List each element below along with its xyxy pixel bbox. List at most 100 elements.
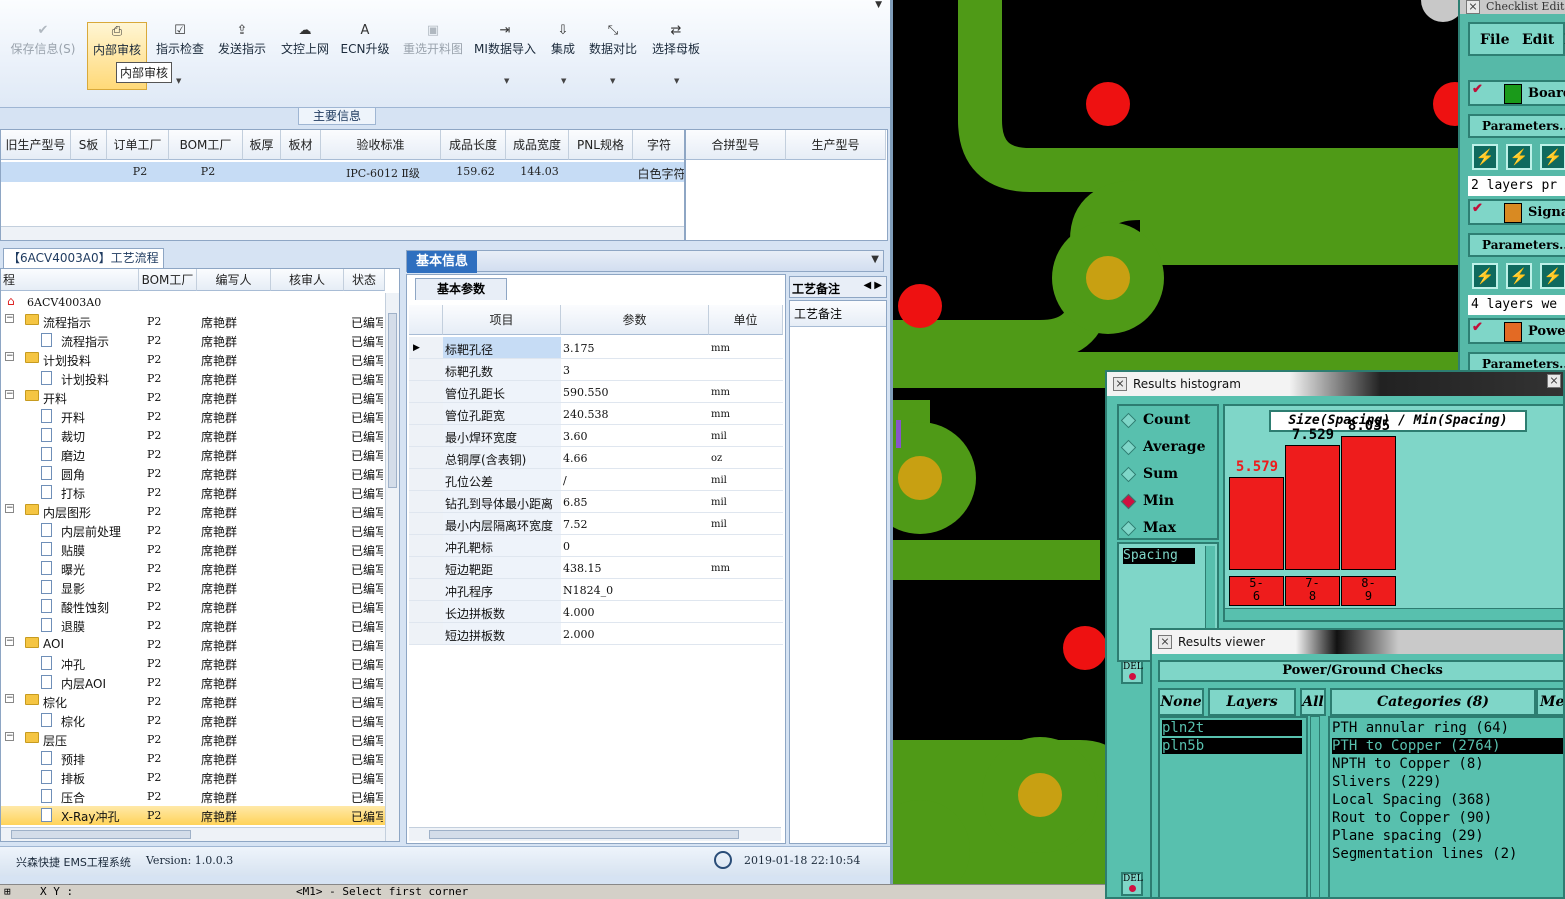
- tree-row[interactable]: − 开料 P2 席艳群 已编写: [1, 388, 385, 407]
- param-value[interactable]: 590.550: [563, 386, 609, 399]
- checkmark-icon[interactable]: ✔: [1472, 201, 1483, 216]
- ribbon-button-9[interactable]: ⤡ 数据对比: [585, 22, 641, 82]
- histogram-bar[interactable]: [1229, 477, 1284, 570]
- layer-item[interactable]: pln2t: [1162, 720, 1302, 736]
- collapse-icon[interactable]: −: [5, 390, 14, 399]
- chart-horizontal-scrollbar[interactable]: [1225, 608, 1563, 620]
- tree-col-header[interactable]: 程: [1, 269, 139, 291]
- categories-button[interactable]: Categories (8): [1330, 688, 1536, 716]
- checklist-action[interactable]: ✔ Board: [1468, 80, 1565, 106]
- bin-label[interactable]: 7- 8: [1285, 576, 1340, 606]
- radio-diamond-icon[interactable]: [1120, 439, 1137, 456]
- run-icon[interactable]: ⚡: [1506, 144, 1532, 170]
- main-grid-horizontal-scrollbar[interactable]: [1, 226, 684, 240]
- tree-col-header[interactable]: BOM工厂: [139, 269, 197, 291]
- row-indicator[interactable]: [409, 359, 443, 381]
- param-value[interactable]: 240.538: [563, 408, 609, 421]
- run-icon[interactable]: ⚡: [1540, 263, 1565, 289]
- tree-row[interactable]: − 层压 P2 席艳群 已编写: [1, 730, 385, 749]
- main-info-col-header[interactable]: 成品宽度: [506, 130, 569, 160]
- param-value[interactable]: 4.66: [563, 452, 588, 465]
- param-row[interactable]: 最小内层隔离环宽度 7.52 mil: [443, 513, 783, 535]
- tree-row[interactable]: 流程指示 P2 席艳群 已编写: [1, 331, 385, 350]
- ribbon-button-0[interactable]: ✔ 保存信息(S): [6, 22, 80, 82]
- tab-scroll-arrows[interactable]: ◀ ▶: [863, 280, 882, 291]
- tree-row[interactable]: 裁切 P2 席艳群 已编写: [1, 426, 385, 445]
- ribbon-button-3[interactable]: ⇪ 发送指示: [214, 22, 270, 82]
- chevron-down-icon[interactable]: ▼: [871, 254, 879, 265]
- collapse-icon[interactable]: −: [5, 314, 14, 323]
- param-row[interactable]: 短边靶距 438.15 mm: [443, 557, 783, 579]
- row-indicator[interactable]: [409, 381, 443, 403]
- tree-row[interactable]: − AOI P2 席艳群 已编写: [1, 635, 385, 654]
- bin-label[interactable]: 5- 6: [1229, 576, 1284, 606]
- param-value[interactable]: 2.000: [563, 628, 595, 641]
- param-row[interactable]: 冲孔靶标 0: [443, 535, 783, 557]
- checklist-action[interactable]: ✔ Signa: [1468, 199, 1565, 225]
- row-indicator[interactable]: [409, 447, 443, 469]
- row-indicator[interactable]: [409, 535, 443, 557]
- main-info-row[interactable]: P2 P2 IPC-6012 Ⅱ级 159.62 144.03 白色字符: [1, 162, 684, 182]
- param-row[interactable]: 孔位公差 / mil: [443, 469, 783, 491]
- tab-basic-info[interactable]: 基本信息: [407, 251, 477, 273]
- category-item[interactable]: PTH to Copper (2764): [1332, 738, 1563, 754]
- category-item[interactable]: Plane spacing (29): [1332, 828, 1563, 844]
- measure-item-spacing[interactable]: Spacing: [1123, 548, 1195, 564]
- tab-basic-params[interactable]: 基本参数: [415, 278, 507, 300]
- param-value[interactable]: 4.000: [563, 606, 595, 619]
- layer-item[interactable]: pln5b: [1162, 738, 1302, 754]
- category-item[interactable]: NPTH to Copper (8): [1332, 756, 1563, 772]
- params-col-header[interactable]: 项目: [443, 305, 561, 335]
- tree-col-header[interactable]: 编写人: [197, 269, 271, 291]
- category-item[interactable]: Segmentation lines (2): [1332, 846, 1563, 862]
- close-icon[interactable]: ×: [1547, 374, 1561, 388]
- bin-label[interactable]: 8- 9: [1341, 576, 1396, 606]
- tree-row[interactable]: − 棕化 P2 席艳群 已编写: [1, 692, 385, 711]
- checkmark-icon[interactable]: ✔: [1472, 82, 1483, 97]
- main-info-col-header[interactable]: 板厚: [243, 130, 281, 160]
- ribbon-button-6[interactable]: ▣ 重选开料图: [398, 22, 468, 82]
- row-indicator[interactable]: [409, 403, 443, 425]
- main-info-col-header[interactable]: 旧生产型号: [1, 130, 71, 160]
- params-horizontal-scrollbar[interactable]: [409, 827, 781, 841]
- menu-file[interactable]: File: [1480, 32, 1509, 48]
- ribbon-button-5[interactable]: A ECN升级: [339, 22, 391, 82]
- none-button[interactable]: None: [1158, 688, 1204, 716]
- layers-scrollbar[interactable]: [1310, 716, 1320, 897]
- tree-row[interactable]: 冲孔 P2 席艳群 已编写: [1, 654, 385, 673]
- tab-process-flow[interactable]: 【6ACV4003A0】工艺流程: [3, 248, 164, 268]
- param-value[interactable]: 0: [563, 540, 570, 553]
- checklist-action[interactable]: ✔ Power: [1468, 318, 1565, 344]
- run-icon[interactable]: ⚡: [1540, 144, 1565, 170]
- tree-row[interactable]: 退膜 P2 席艳群 已编写: [1, 616, 385, 635]
- row-indicator[interactable]: [409, 513, 443, 535]
- ribbon-button-10[interactable]: ⇄ 选择母板: [648, 22, 704, 82]
- tree-row[interactable]: 计划投料 P2 席艳群 已编写: [1, 369, 385, 388]
- tree-col-header[interactable]: 状态: [344, 269, 385, 291]
- tree-root[interactable]: ⌂ 6ACV4003A0: [1, 293, 385, 312]
- dropdown-arrow-icon[interactable]: ▼: [561, 77, 566, 85]
- ribbon-button-7[interactable]: ⇥ MI数据导入: [471, 22, 539, 82]
- ribbon-button-8[interactable]: ⇩ 集成: [544, 22, 582, 82]
- tree-row[interactable]: − 计划投料 P2 席艳群 已编写: [1, 350, 385, 369]
- radio-diamond-icon[interactable]: [1120, 493, 1137, 510]
- ribbon-collapse-icon[interactable]: ▼: [875, 0, 882, 10]
- collapse-icon[interactable]: −: [5, 694, 14, 703]
- tree-horizontal-scrollbar[interactable]: [1, 827, 385, 841]
- tree-row[interactable]: 内层前处理 P2 席艳群 已编写: [1, 521, 385, 540]
- run-icon[interactable]: ⚡: [1472, 144, 1498, 170]
- param-row[interactable]: 总铜厚(含表铜) 4.66 oz: [443, 447, 783, 469]
- row-indicator[interactable]: [409, 601, 443, 623]
- histogram-bar[interactable]: [1285, 445, 1340, 570]
- tree-row[interactable]: 磨边 P2 席艳群 已编写: [1, 445, 385, 464]
- collapse-icon[interactable]: −: [5, 504, 14, 513]
- param-row[interactable]: 钻孔到导体最小距离 6.85 mil: [443, 491, 783, 513]
- row-indicator[interactable]: [409, 623, 443, 645]
- tree-row[interactable]: 酸性蚀刻 P2 席艳群 已编写: [1, 597, 385, 616]
- param-value[interactable]: 6.85: [563, 496, 588, 509]
- all-button[interactable]: All: [1300, 688, 1326, 716]
- parameters-button[interactable]: Parameters...: [1468, 352, 1565, 372]
- param-value[interactable]: 438.15: [563, 562, 602, 575]
- tree-row[interactable]: 贴膜 P2 席艳群 已编写: [1, 540, 385, 559]
- row-indicator[interactable]: [409, 469, 443, 491]
